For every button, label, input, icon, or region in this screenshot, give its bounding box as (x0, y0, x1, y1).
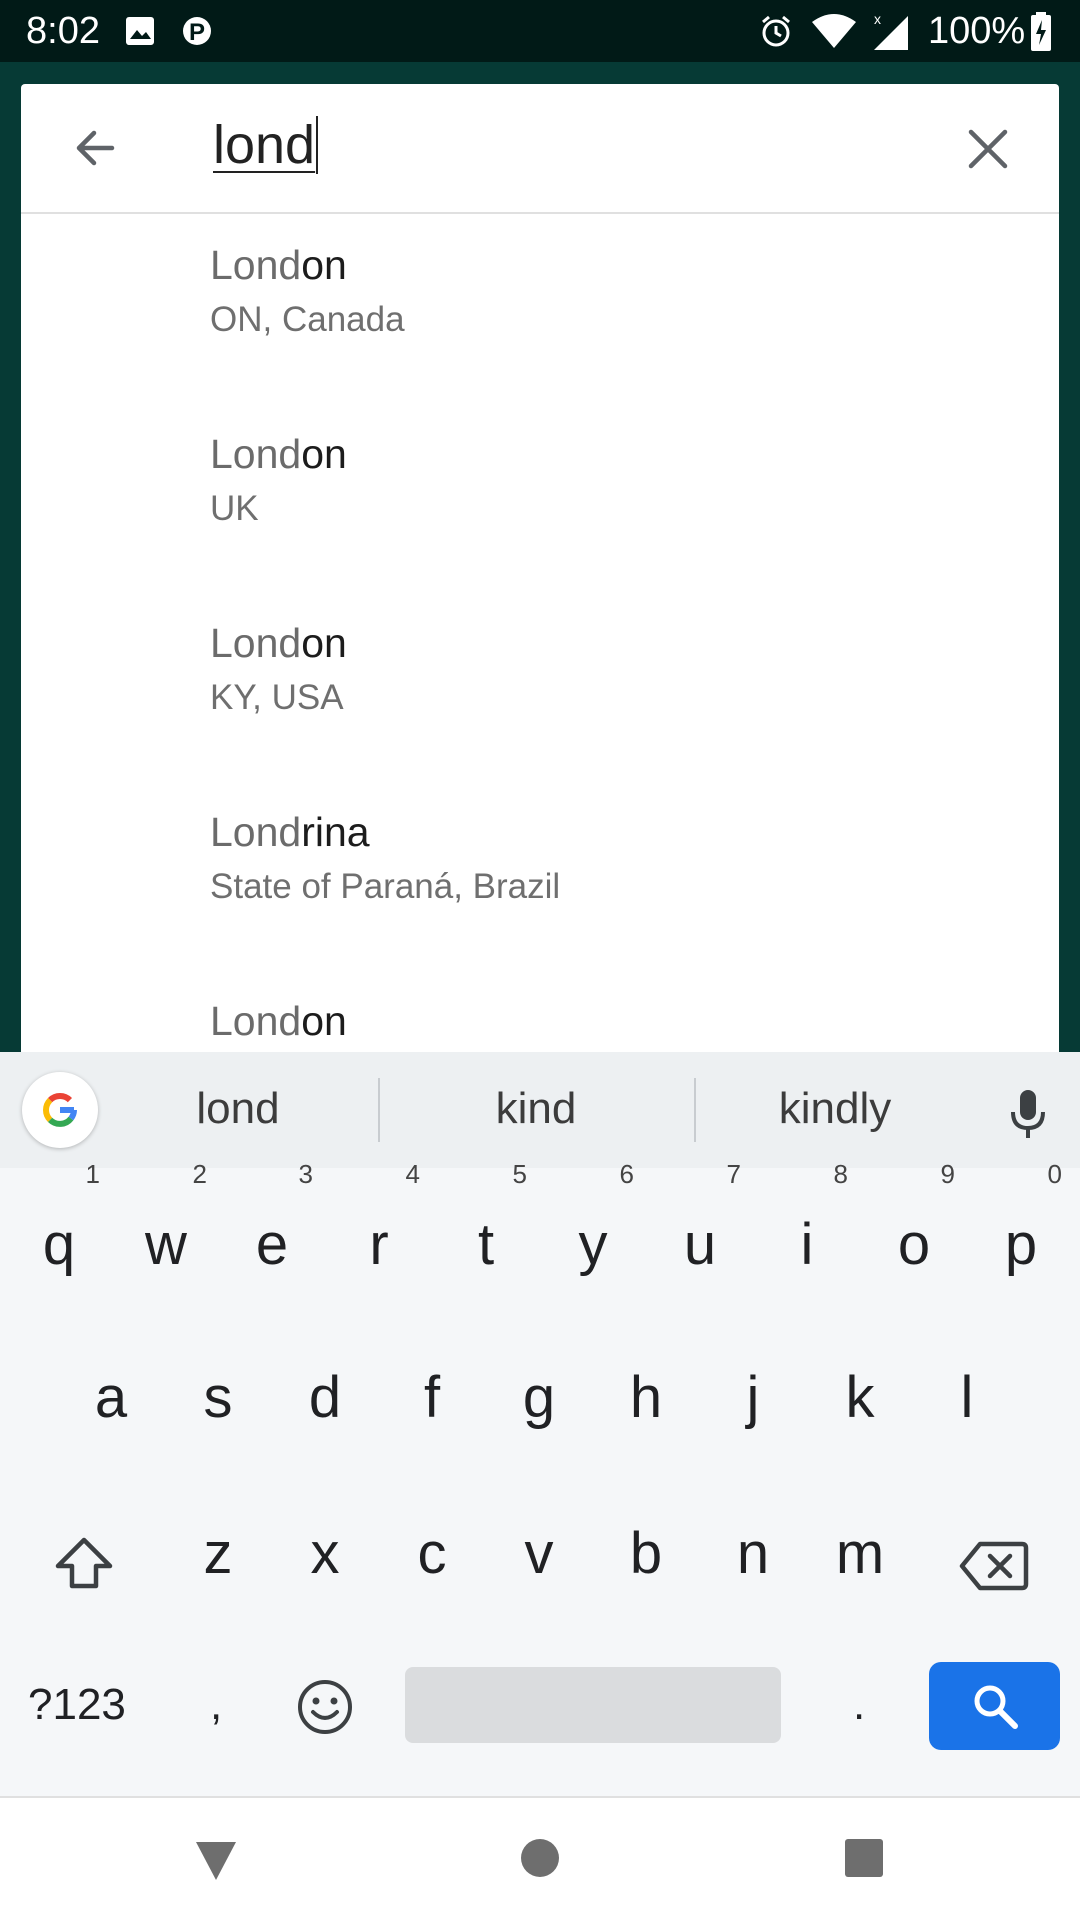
suggestion-list: London ON, Canada London UK London KY, U… (21, 214, 1059, 1159)
svg-text:P: P (189, 19, 205, 46)
search-input[interactable]: lond (213, 114, 319, 178)
suggestion-item[interactable]: London ON, Canada (21, 214, 1059, 403)
alarm-icon (762, 15, 790, 47)
key-x[interactable]: x (280, 1494, 370, 1614)
period-key[interactable]: . (853, 1680, 865, 1730)
keyboard: lond kind kindly q1 w2 e3 r4 t5 y6 u7 i8… (0, 1052, 1080, 1796)
key-i[interactable]: i8 (762, 1159, 852, 1305)
suggestion-subtitle: KY, USA (210, 678, 344, 717)
battery-charging-icon (1031, 12, 1051, 51)
search-card: lond London ON, Canada London UK London … (21, 84, 1059, 1124)
battery-percent: 100% (928, 10, 1026, 52)
key-r[interactable]: r4 (334, 1159, 424, 1305)
key-m[interactable]: m (815, 1494, 905, 1614)
suggestion-title: Londrina (210, 809, 370, 855)
suggestion-subtitle: UK (210, 489, 259, 528)
key-l[interactable]: l (922, 1338, 1012, 1458)
key-k[interactable]: k (815, 1338, 905, 1458)
image-icon (126, 17, 154, 45)
text-caret (316, 115, 319, 174)
home-circle-icon[interactable] (520, 1838, 560, 1878)
key-q[interactable]: q1 (14, 1159, 104, 1305)
key-b[interactable]: b (601, 1494, 691, 1614)
status-bar: 8:02 P x 100% (0, 0, 1080, 62)
comma-key[interactable]: , (210, 1680, 222, 1730)
suggestion-item[interactable]: London KY, USA (21, 592, 1059, 781)
google-logo-icon[interactable] (22, 1072, 98, 1148)
back-triangle-icon[interactable] (194, 1838, 238, 1882)
symbols-key[interactable]: ?123 (28, 1680, 126, 1730)
emoji-icon[interactable] (296, 1678, 354, 1736)
suggestion-title: London (210, 431, 347, 477)
suggestion-title: London (210, 998, 347, 1044)
backspace-icon[interactable] (958, 1538, 1030, 1594)
key-g[interactable]: g (494, 1338, 584, 1458)
status-time: 8:02 (26, 10, 100, 52)
wifi-icon (812, 14, 856, 48)
suggestion-subtitle: ON, Canada (210, 300, 405, 339)
search-query-text: lond (213, 115, 316, 175)
suggestion-item[interactable]: London UK (21, 403, 1059, 592)
navigation-bar (0, 1796, 1080, 1922)
key-p[interactable]: p0 (976, 1159, 1066, 1305)
word-suggestion[interactable]: lond (98, 1084, 378, 1134)
search-key[interactable] (929, 1662, 1060, 1750)
key-n[interactable]: n (708, 1494, 798, 1614)
key-w[interactable]: w2 (121, 1159, 211, 1305)
recents-square-icon[interactable] (844, 1838, 884, 1878)
word-suggestion[interactable]: kind (396, 1084, 676, 1134)
signal-icon: x (874, 11, 908, 50)
suggestion-item[interactable]: Londrina State of Paraná, Brazil (21, 781, 1059, 970)
key-o[interactable]: o9 (869, 1159, 959, 1305)
spacebar[interactable] (405, 1667, 781, 1743)
key-a[interactable]: a (66, 1338, 156, 1458)
key-j[interactable]: j (708, 1338, 798, 1458)
key-e[interactable]: e3 (227, 1159, 317, 1305)
suggestion-title: London (210, 242, 347, 288)
key-y[interactable]: y6 (548, 1159, 638, 1305)
key-h[interactable]: h (601, 1338, 691, 1458)
suggestion-divider (378, 1078, 380, 1142)
arrow-back-icon[interactable] (66, 118, 126, 178)
parking-icon: P (183, 17, 211, 46)
key-f[interactable]: f (387, 1338, 477, 1458)
key-d[interactable]: d (280, 1338, 370, 1458)
microphone-icon[interactable] (1006, 1086, 1050, 1142)
key-c[interactable]: c (387, 1494, 477, 1614)
svg-text:x: x (874, 11, 881, 27)
key-z[interactable]: z (173, 1494, 263, 1614)
key-u[interactable]: u7 (655, 1159, 745, 1305)
search-bar: lond (21, 84, 1059, 214)
key-t[interactable]: t5 (441, 1159, 531, 1305)
suggestion-strip: lond kind kindly (0, 1052, 1080, 1168)
key-s[interactable]: s (173, 1338, 263, 1458)
search-icon (974, 1685, 1018, 1729)
suggestion-subtitle: State of Paraná, Brazil (210, 867, 561, 906)
suggestion-title: London (210, 620, 347, 666)
key-v[interactable]: v (494, 1494, 584, 1614)
close-icon[interactable] (961, 122, 1015, 176)
word-suggestion[interactable]: kindly (695, 1084, 975, 1134)
shift-icon[interactable] (52, 1532, 116, 1596)
